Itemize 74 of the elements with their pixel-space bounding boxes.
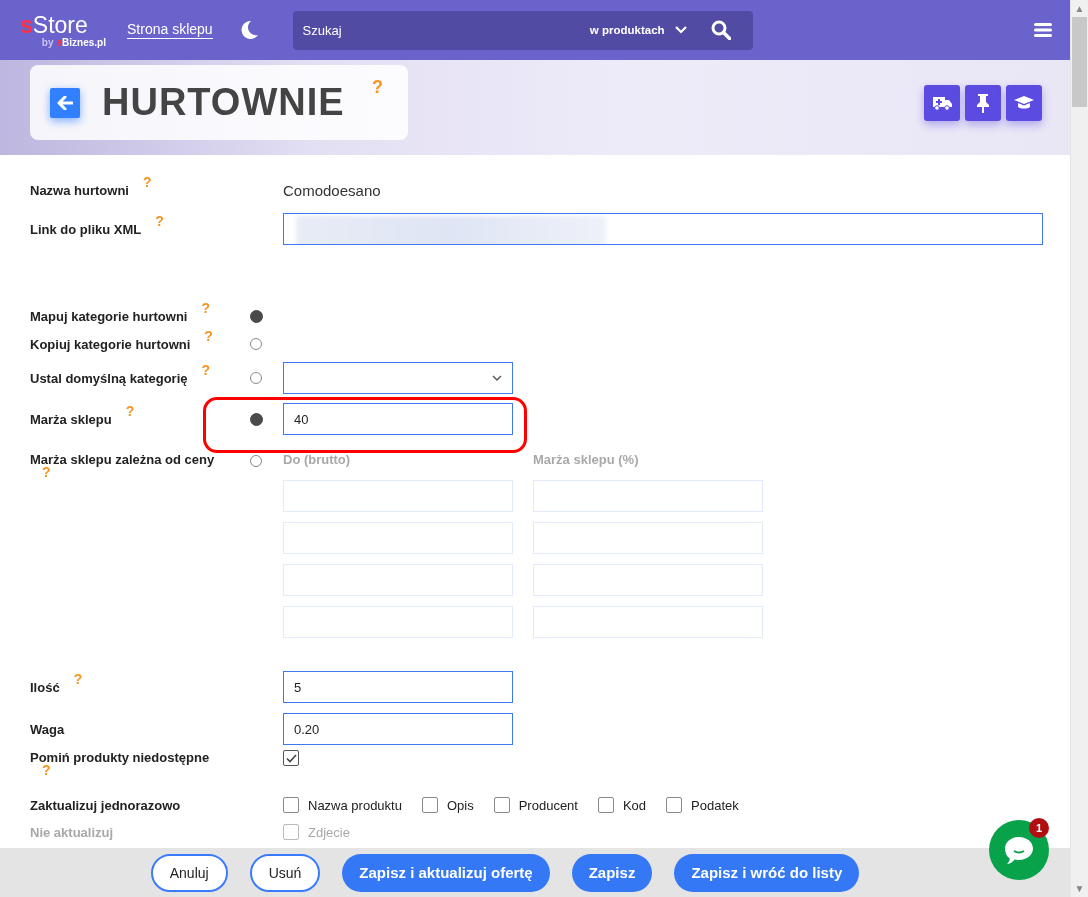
tool-button[interactable]: [965, 84, 1001, 121]
checkbox-label: Podatek: [691, 797, 739, 813]
help-icon[interactable]: ?: [73, 670, 83, 687]
column-header: Marża sklepu (%): [533, 452, 640, 469]
field-label: Kopiuj kategorie hurtowni: [30, 336, 191, 352]
logo-byline: by eBiznes.pl: [41, 36, 106, 48]
help-icon[interactable]: ?: [142, 173, 152, 190]
help-icon[interactable]: ?: [155, 212, 164, 229]
checkbox-label: Producent: [518, 797, 578, 813]
input-field[interactable]: [283, 213, 1043, 245]
scrollbar-thumb[interactable]: [1072, 17, 1087, 107]
help-icon[interactable]: ?: [372, 77, 383, 98]
checkbox[interactable]: [283, 750, 299, 766]
checkbox[interactable]: [283, 824, 299, 840]
field-label: Pomiń produkty niedostępne: [30, 750, 210, 765]
field-label: Link do pliku XML: [30, 221, 142, 237]
select-field[interactable]: [283, 362, 513, 394]
checkbox[interactable]: [666, 797, 683, 813]
field-label: Waga: [30, 721, 65, 737]
secondary-button[interactable]: Anuluj: [150, 853, 228, 892]
checkbox-label: Zdjecie: [308, 824, 350, 840]
nav-link[interactable]: Strona sklepu: [127, 21, 213, 39]
checkbox[interactable]: [597, 797, 614, 813]
search-bar[interactable]: Szukaj w produktach: [292, 10, 753, 50]
chevron-down-icon: [674, 26, 687, 34]
search-icon[interactable]: [710, 20, 731, 40]
primary-button[interactable]: Zapisz i aktualizuj ofertę: [342, 853, 550, 892]
help-icon[interactable]: ?: [125, 402, 135, 419]
field-label: Marża sklepu zależna od ceny: [30, 452, 215, 467]
logo[interactable]: sStore: [20, 12, 112, 37]
tool-button[interactable]: [1006, 84, 1042, 121]
input-field[interactable]: 0.20: [283, 713, 513, 745]
checkbox[interactable]: [493, 797, 510, 813]
menu-icon[interactable]: [1034, 22, 1052, 38]
field-label: Ustal domyślną kategorię: [30, 370, 188, 386]
checkbox[interactable]: [283, 797, 299, 813]
radio-button[interactable]: [250, 338, 262, 350]
scrollbar[interactable]: ▲ ▼: [1070, 0, 1088, 897]
page-title: HURTOWNIE: [102, 81, 345, 124]
chevron-down-icon: [492, 375, 502, 381]
back-button[interactable]: [50, 87, 80, 118]
input-field[interactable]: 40: [283, 403, 513, 435]
checkmark-icon: [285, 753, 297, 763]
scroll-up-arrow[interactable]: ▲: [1071, 0, 1088, 17]
chat-bubble-icon: [1005, 836, 1033, 864]
scroll-down-arrow[interactable]: ▼: [1071, 880, 1088, 897]
checkbox-label: Kod: [622, 797, 647, 813]
primary-button[interactable]: Zapisz: [571, 853, 653, 892]
checkbox-label: Opis: [446, 797, 474, 813]
tool-button[interactable]: [924, 84, 960, 121]
radio-button[interactable]: [250, 372, 262, 384]
field-label: Nazwa hurtowni: [30, 182, 129, 198]
field-label: Marża sklepu: [30, 411, 112, 427]
arrow-left-icon: [57, 95, 73, 110]
checkbox-label: Nazwa produktu: [308, 797, 402, 813]
column-header: Do (brutto): [283, 452, 352, 469]
field-label: Nie aktualizuj: [30, 824, 114, 840]
radio-button[interactable]: [250, 309, 263, 323]
notification-badge: 1: [1029, 818, 1049, 838]
search-scope-dropdown[interactable]: w produktach: [589, 24, 687, 36]
field-label: Mapuj kategorie hurtowni: [30, 308, 188, 324]
help-icon[interactable]: ?: [201, 361, 211, 378]
help-icon[interactable]: ?: [204, 327, 213, 344]
help-icon[interactable]: ?: [201, 299, 211, 316]
field-label: Ilość: [30, 679, 60, 695]
primary-button[interactable]: Zapisz i wróć do listy: [674, 853, 860, 892]
secondary-button[interactable]: Usuń: [249, 853, 321, 892]
checkbox[interactable]: [421, 797, 438, 813]
help-icon[interactable]: ?: [42, 762, 51, 778]
search-field[interactable]: Szukaj: [302, 22, 590, 38]
field-label: Zaktualizuj jednorazowo: [30, 797, 181, 813]
radio-button[interactable]: [250, 412, 263, 426]
input-field[interactable]: 5: [283, 671, 513, 703]
field-value: Comodoesano: [283, 181, 382, 199]
